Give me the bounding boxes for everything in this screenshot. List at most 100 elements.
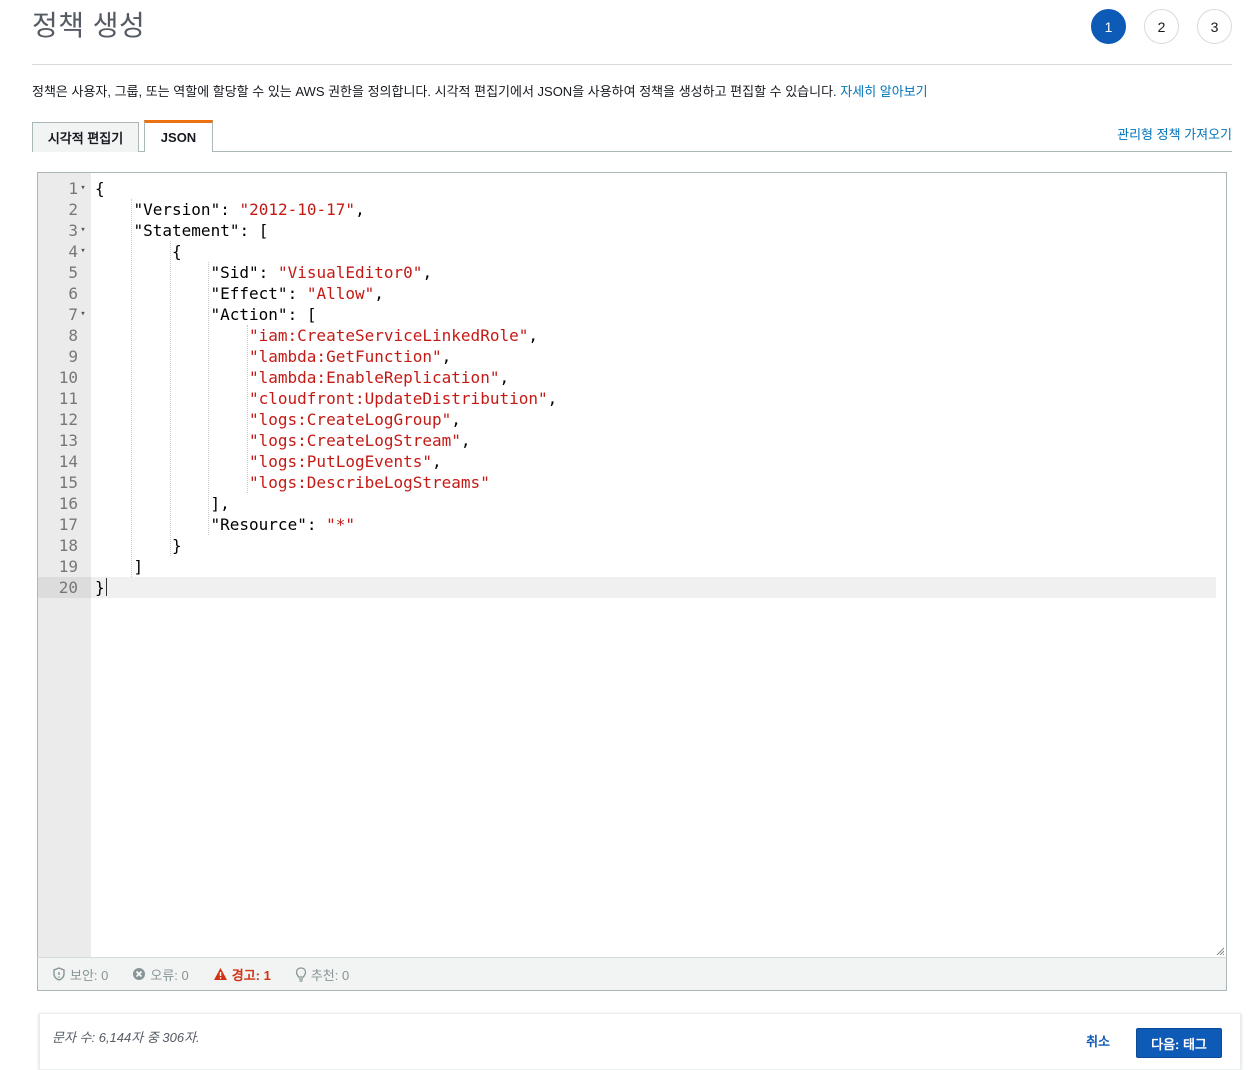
line-number: 2 bbox=[68, 200, 78, 219]
code-text: { bbox=[95, 178, 105, 199]
json-token: ] bbox=[133, 557, 144, 576]
title-divider bbox=[32, 64, 1232, 65]
security-stat[interactable]: 보안: 0 bbox=[52, 965, 108, 984]
code-line[interactable]: 19] bbox=[59, 556, 1226, 577]
fold-toggle-icon[interactable]: ▾ bbox=[78, 220, 88, 241]
line-number: 20 bbox=[38, 577, 78, 598]
security-count: 보안: 0 bbox=[70, 967, 109, 983]
warnings-stat[interactable]: 경고: 1 bbox=[213, 965, 271, 984]
code-line[interactable]: 8 "iam:CreateServiceLinkedRole", bbox=[68, 325, 1226, 346]
code-line[interactable]: 1 ▾ { bbox=[68, 178, 1226, 199]
code-line[interactable]: 17 "Resource": "*" bbox=[59, 514, 1226, 535]
json-string: "cloudfront:UpdateDistribution" bbox=[249, 389, 548, 408]
tab-json[interactable]: JSON bbox=[144, 120, 213, 152]
json-token: , bbox=[528, 326, 538, 345]
code-line[interactable]: 6 "Effect": "Allow", bbox=[68, 283, 1226, 304]
line-number: 3 bbox=[68, 221, 78, 240]
json-editor[interactable]: 1 ▾{2 "Version": "2012-10-17", 3 ▾ "Statement… bbox=[37, 172, 1227, 958]
page-description: 정책은 사용자, 그룹, 또는 역할에 할당할 수 있는 AWS 권한을 정의합… bbox=[32, 81, 928, 100]
line-number: 17 bbox=[58, 515, 78, 534]
resize-grip-icon[interactable] bbox=[1216, 947, 1224, 955]
code-line[interactable]: 7 ▾ "Action": [ bbox=[68, 304, 1226, 325]
code-line[interactable]: 3 ▾ "Statement": [ bbox=[68, 220, 1226, 241]
json-token: , bbox=[451, 410, 461, 429]
code-text: "Sid": "VisualEditor0", bbox=[211, 262, 433, 283]
line-number: 18 bbox=[58, 536, 78, 555]
code-text: "Statement": [ bbox=[134, 220, 269, 241]
json-token: "Sid": bbox=[210, 263, 278, 282]
footer-bar: 문자 수: 6,144자 중 306자. 취소 다음: 태그 bbox=[39, 1013, 1241, 1070]
json-string: "lambda:GetFunction" bbox=[249, 347, 442, 366]
code-line[interactable]: 2 "Version": "2012-10-17", bbox=[68, 199, 1226, 220]
code-area[interactable]: 1 ▾{2 "Version": "2012-10-17", 3 ▾ "Statement… bbox=[38, 178, 1226, 957]
page-title: 정책 생성 bbox=[32, 10, 146, 41]
json-token: ], bbox=[210, 494, 230, 513]
shield-icon bbox=[53, 967, 65, 981]
errors-stat[interactable]: 오류: 0 bbox=[132, 965, 189, 984]
next-tags-button[interactable]: 다음: 태그 bbox=[1136, 1028, 1222, 1058]
text-cursor bbox=[105, 578, 107, 596]
line-number: 13 bbox=[58, 431, 78, 450]
json-token: "Action": [ bbox=[210, 305, 317, 324]
validation-statusbar: 보안: 0 오류: 0 경고: 1 추천: 0 bbox=[37, 957, 1227, 991]
learn-more-link[interactable]: 자세히 알아보기 bbox=[840, 84, 927, 99]
code-line[interactable]: 9 "lambda:GetFunction", bbox=[68, 346, 1226, 367]
code-line[interactable]: 10 "lambda:EnableReplication", bbox=[59, 367, 1226, 388]
code-line[interactable]: 5 "Sid": "VisualEditor0", bbox=[68, 262, 1226, 283]
json-token: , bbox=[460, 431, 471, 450]
errors-count: 오류: 0 bbox=[150, 967, 189, 983]
line-number: 10 bbox=[58, 368, 78, 387]
code-line[interactable]: 4 ▾ { bbox=[68, 241, 1226, 262]
code-line[interactable]: 15 "logs:DescribeLogStreams" bbox=[59, 472, 1226, 493]
suggestions-stat[interactable]: 추천: 0 bbox=[295, 965, 349, 984]
line-number: 19 bbox=[58, 557, 78, 576]
tab-visual-editor[interactable]: 시각적 편집기 bbox=[32, 122, 139, 152]
description-text: 정책은 사용자, 그룹, 또는 역할에 할당할 수 있는 AWS 권한을 정의합… bbox=[32, 84, 841, 99]
code-line[interactable]: 12 "logs:CreateLogGroup", bbox=[59, 409, 1226, 430]
cancel-button[interactable]: 취소 bbox=[1086, 1031, 1110, 1050]
code-line[interactable]: 18} bbox=[59, 535, 1226, 556]
fold-toggle-icon[interactable]: ▾ bbox=[78, 178, 88, 199]
fold-toggle-icon[interactable]: ▾ bbox=[78, 304, 88, 325]
code-line[interactable]: 16], bbox=[59, 493, 1226, 514]
step-1[interactable]: 1 bbox=[1091, 9, 1126, 44]
line-number: 7 bbox=[68, 305, 78, 324]
indent-guide bbox=[131, 199, 132, 577]
code-text: "iam:CreateServiceLinkedRole", bbox=[249, 325, 538, 346]
code-line[interactable]: 13 "logs:CreateLogStream", bbox=[59, 430, 1226, 451]
json-token: , bbox=[432, 452, 442, 471]
code-text: "logs:CreateLogGroup", bbox=[249, 409, 461, 430]
step-2[interactable]: 2 bbox=[1144, 9, 1179, 44]
code-text: "Resource": "*" bbox=[211, 514, 356, 535]
code-line[interactable]: 14 "logs:PutLogEvents", bbox=[59, 451, 1226, 472]
json-token: { bbox=[172, 242, 182, 261]
json-string: "lambda:EnableReplication" bbox=[249, 368, 500, 387]
code-text: "logs:CreateLogStream", bbox=[249, 430, 471, 451]
fold-toggle-icon[interactable]: ▾ bbox=[78, 241, 88, 262]
line-number: 12 bbox=[58, 410, 78, 429]
code-text: { bbox=[172, 241, 182, 262]
indent-guide bbox=[208, 262, 209, 535]
editor-tabs: 시각적 편집기 JSON 관리형 정책 가져오기 bbox=[32, 120, 1232, 152]
line-number: 8 bbox=[68, 326, 78, 345]
line-number: 6 bbox=[68, 284, 78, 303]
lightbulb-icon bbox=[295, 966, 306, 982]
json-string: "VisualEditor0" bbox=[277, 263, 423, 282]
json-token: , bbox=[441, 347, 452, 366]
json-token: , bbox=[499, 368, 510, 387]
warning-triangle-icon bbox=[213, 968, 227, 980]
line-number: 15 bbox=[58, 473, 78, 492]
json-token: } bbox=[172, 536, 182, 555]
import-managed-policy-link[interactable]: 관리형 정책 가져오기 bbox=[1117, 124, 1232, 143]
step-3[interactable]: 3 bbox=[1197, 9, 1232, 44]
json-token: } bbox=[95, 578, 105, 597]
code-line[interactable]: 20} bbox=[38, 577, 1216, 598]
code-text: "Action": [ bbox=[211, 304, 317, 325]
code-line[interactable]: 11 "cloudfront:UpdateDistribution", bbox=[59, 388, 1226, 409]
json-string: "2012-10-17" bbox=[239, 200, 356, 219]
character-count: 문자 수: 6,144자 중 306자. bbox=[52, 1030, 200, 1045]
code-text: } bbox=[172, 535, 182, 556]
json-string: "logs:DescribeLogStreams" bbox=[249, 473, 490, 492]
code-text: "Version": "2012-10-17", bbox=[134, 199, 365, 220]
code-text: "logs:PutLogEvents", bbox=[249, 451, 442, 472]
